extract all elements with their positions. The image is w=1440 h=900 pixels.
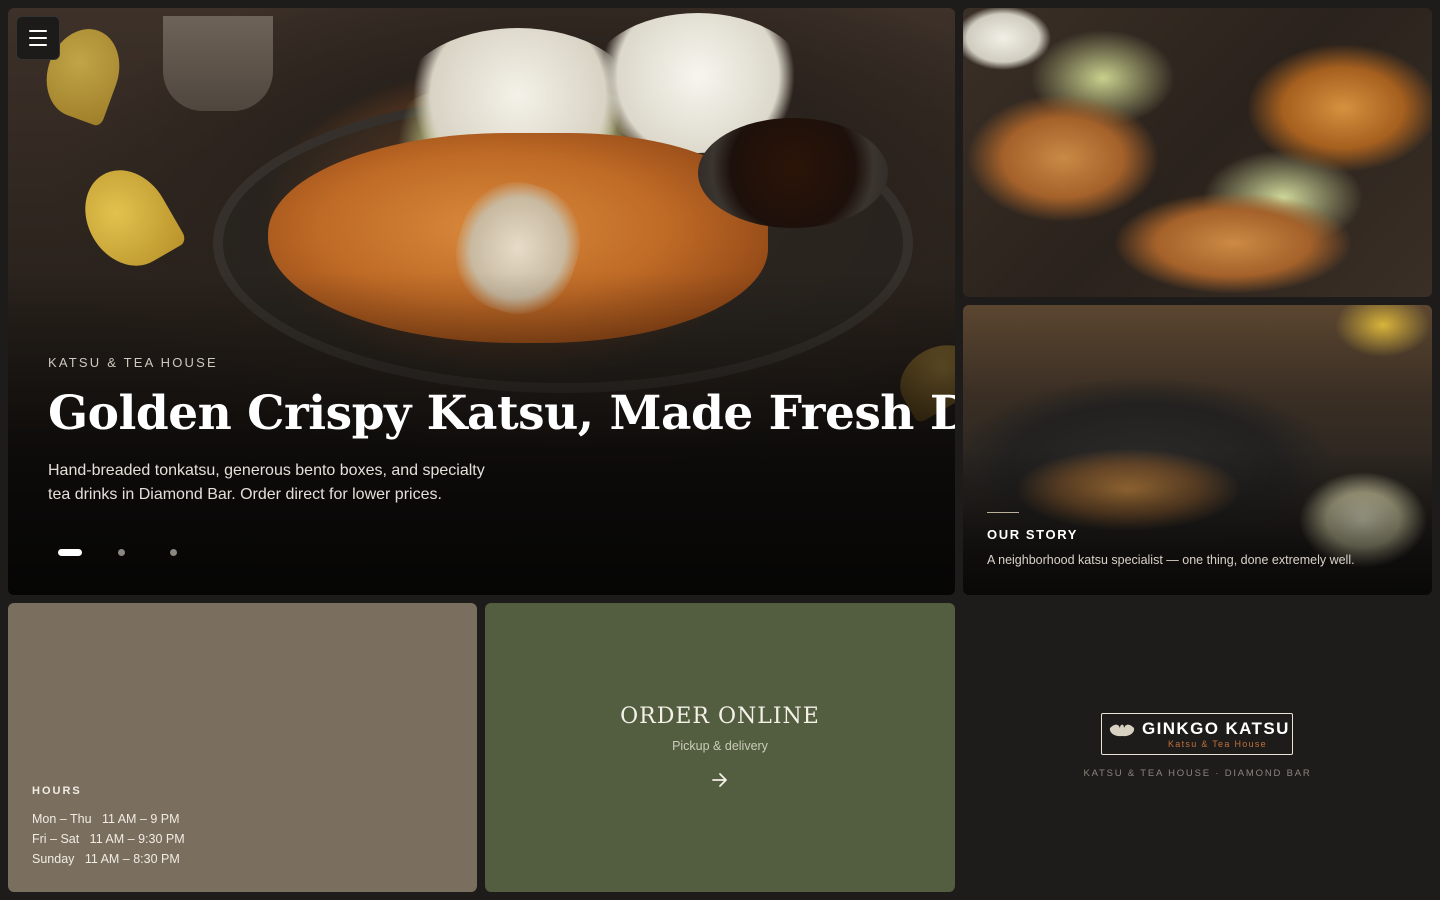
order-title: ORDER ONLINE bbox=[620, 704, 820, 729]
menu-button[interactable] bbox=[16, 16, 60, 60]
divider bbox=[987, 512, 1019, 513]
hero-title: Golden Crispy Katsu, Made Fresh Daily bbox=[48, 386, 955, 441]
our-story-card[interactable]: OUR STORY A neighborhood katsu specialis… bbox=[963, 305, 1432, 595]
order-online-button[interactable]: ORDER ONLINE Pickup & delivery bbox=[485, 603, 955, 892]
hero-description: Hand-breaded tonkatsu, generous bento bo… bbox=[48, 462, 485, 503]
hours-days: Sunday bbox=[32, 852, 75, 866]
hours-card: HOURS Mon – Thu 11 AM – 9 PM Fri – Sat 1… bbox=[8, 603, 477, 892]
ginkgo-leaf-icon bbox=[1109, 724, 1135, 746]
hours-row: Mon – Thu 11 AM – 9 PM bbox=[32, 812, 180, 826]
hours-time: 11 AM – 8:30 PM bbox=[84, 852, 180, 866]
hours-row: Sunday 11 AM – 8:30 PM bbox=[32, 852, 180, 866]
hero-eyebrow: KATSU & TEA HOUSE bbox=[48, 355, 218, 370]
brand-logo[interactable]: GINKGO KATSU Katsu & Tea House bbox=[1101, 713, 1293, 755]
slider-dot-1[interactable] bbox=[58, 549, 82, 556]
order-subtitle: Pickup & delivery bbox=[672, 739, 768, 753]
slider-dots bbox=[58, 549, 222, 556]
hours-days: Fri – Sat bbox=[32, 832, 80, 846]
katsu-spread-image bbox=[963, 8, 1432, 297]
brand-name: GINKGO KATSU bbox=[1142, 719, 1290, 738]
hours-row: Fri – Sat 11 AM – 9:30 PM bbox=[32, 832, 185, 846]
hamburger-menu-icon bbox=[29, 30, 47, 32]
story-description: A neighborhood katsu specialist — one th… bbox=[987, 553, 1355, 567]
brand-caption: KATSU & TEA HOUSE · DIAMOND BAR bbox=[1083, 768, 1312, 779]
hours-time: 11 AM – 9 PM bbox=[101, 812, 180, 826]
hours-days: Mon – Thu bbox=[32, 812, 92, 826]
brand-tagline: Katsu & Tea House bbox=[1168, 739, 1267, 749]
arrow-right-icon bbox=[712, 773, 727, 787]
slider-dot-2[interactable] bbox=[118, 549, 125, 556]
story-title: OUR STORY bbox=[987, 527, 1078, 542]
slider-dot-3[interactable] bbox=[170, 549, 177, 556]
hours-time: 11 AM – 9:30 PM bbox=[89, 832, 185, 846]
hero-slider[interactable]: KATSU & TEA HOUSE Golden Crispy Katsu, M… bbox=[8, 8, 955, 595]
hours-title: HOURS bbox=[32, 785, 82, 797]
